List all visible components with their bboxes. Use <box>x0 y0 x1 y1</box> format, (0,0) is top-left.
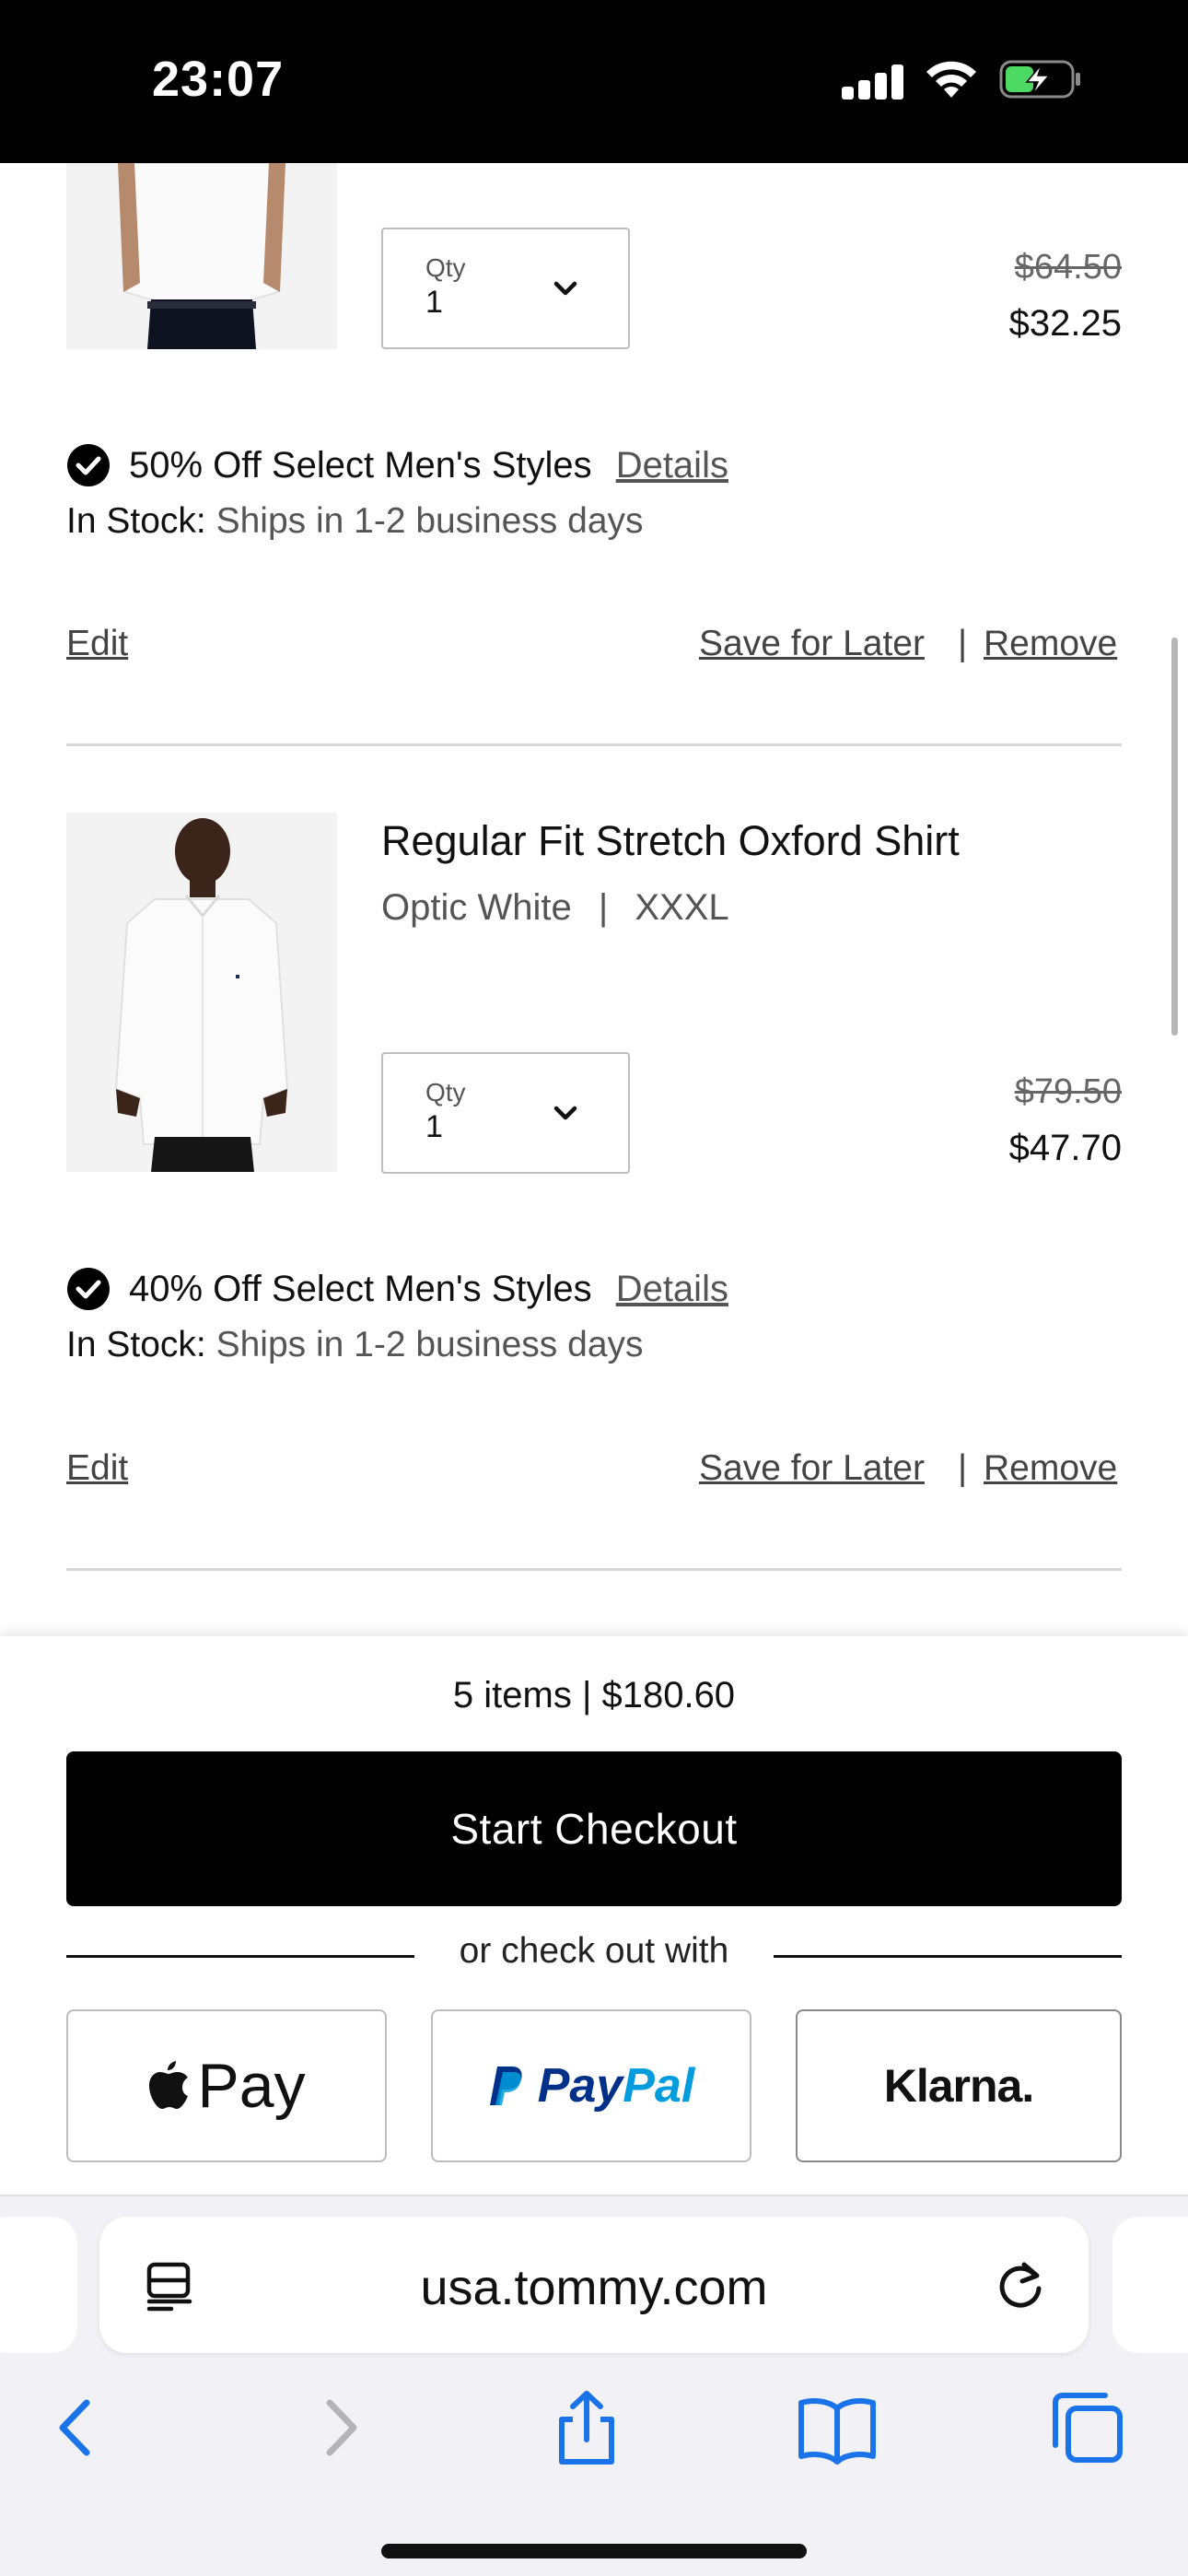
klarna-label: Klarna. <box>883 2060 1035 2112</box>
alt-checkout-label: or check out with <box>459 1931 729 1971</box>
remove-link[interactable]: Remove <box>984 1448 1117 1489</box>
item-divider <box>66 744 1122 746</box>
start-checkout-button[interactable]: Start Checkout <box>66 1751 1122 1906</box>
product-image[interactable] <box>66 813 337 1172</box>
qty-value: 1 <box>425 1109 443 1144</box>
promo-details-link[interactable]: Details <box>616 1269 728 1310</box>
sale-price: $32.25 <box>1008 303 1122 344</box>
url-text: usa.tommy.com <box>420 2260 768 2315</box>
save-for-later-link[interactable]: Save for Later <box>699 624 925 664</box>
divider-line <box>774 1955 1122 1958</box>
paypal-label-pal: Pal <box>623 2059 695 2113</box>
stock-label: In Stock: <box>66 501 206 541</box>
stock-status: In Stock: Ships in 1-2 business days <box>66 501 644 542</box>
address-bar[interactable]: usa.tommy.com <box>99 2217 1089 2353</box>
qty-value: 1 <box>425 285 443 320</box>
stock-detail: Ships in 1-2 business days <box>215 501 644 541</box>
promo-row: 40% Off Select Men's Styles Details <box>66 1261 728 1317</box>
apple-icon <box>149 2061 189 2109</box>
previous-tab-peek[interactable] <box>0 2217 77 2353</box>
product-color: Optic White <box>381 887 572 928</box>
chevron-down-icon <box>553 281 577 296</box>
checkout-panel: 5 items | $180.60 Start Checkout or chec… <box>0 1636 1188 2195</box>
home-indicator[interactable] <box>381 2544 807 2558</box>
edit-link[interactable]: Edit <box>66 624 128 664</box>
share-icon[interactable] <box>545 2386 628 2469</box>
quantity-select[interactable]: Qty 1 <box>381 1052 630 1174</box>
apple-pay-label: Pay <box>197 2051 306 2121</box>
product-image[interactable] <box>66 163 337 349</box>
stock-status: In Stock: Ships in 1-2 business days <box>66 1325 644 1365</box>
tabs-icon[interactable] <box>1046 2386 1129 2469</box>
paypal-icon <box>489 2067 522 2105</box>
chevron-down-icon <box>553 1106 577 1120</box>
checkmark-circle-icon <box>67 1268 110 1310</box>
stock-detail: Ships in 1-2 business days <box>215 1325 644 1364</box>
status-time: 23:07 <box>152 52 285 107</box>
stock-label: In Stock: <box>66 1325 206 1364</box>
cart-summary: 5 items | $180.60 <box>452 1675 736 1715</box>
bookmarks-icon[interactable] <box>796 2386 879 2469</box>
paypal-label-pay: Pay <box>537 2059 623 2113</box>
promo-text: 40% Off Select Men's Styles <box>129 1268 592 1309</box>
separator: | <box>958 1448 968 1488</box>
product-name[interactable]: Regular Fit Stretch Oxford Shirt <box>381 817 960 865</box>
product-size: XXXL <box>635 887 729 928</box>
edit-link[interactable]: Edit <box>66 1448 128 1489</box>
cellular-signal-icon <box>842 64 904 100</box>
status-bar: 23:07 <box>0 0 1188 163</box>
reload-icon[interactable] <box>993 2257 1048 2313</box>
sale-price: $47.70 <box>1008 1128 1122 1168</box>
remove-link[interactable]: Remove <box>984 624 1117 664</box>
promo-details-link[interactable]: Details <box>616 445 728 486</box>
qty-label: Qty <box>425 1078 466 1107</box>
back-icon[interactable] <box>37 2386 120 2469</box>
paypal-label: PayPal <box>538 2058 695 2113</box>
product-attributes: Optic White | XXXL <box>381 887 729 929</box>
original-price: $79.50 <box>1014 1072 1122 1111</box>
checkmark-circle-icon <box>67 444 110 486</box>
promo-text: 50% Off Select Men's Styles <box>129 444 592 486</box>
browser-toolbar: usa.tommy.com <box>0 2195 1188 2576</box>
battery-charging-icon <box>999 60 1080 99</box>
klarna-button[interactable]: Klarna. <box>796 2009 1122 2162</box>
promo-row: 50% Off Select Men's Styles Details <box>66 438 728 493</box>
paypal-button[interactable]: PayPal <box>431 2009 751 2162</box>
save-for-later-link[interactable]: Save for Later <box>699 1448 925 1489</box>
cart-list[interactable]: Qty 1 $64.50 $32.25 50% Off Select Men's… <box>0 163 1188 1637</box>
item-divider <box>66 1568 1122 1571</box>
qty-label: Qty <box>425 253 466 282</box>
attribute-separator: | <box>598 887 609 928</box>
quantity-select[interactable]: Qty 1 <box>381 228 630 349</box>
next-tab-peek[interactable] <box>1112 2217 1188 2353</box>
wifi-icon <box>926 61 976 98</box>
forward-icon[interactable] <box>297 2386 379 2469</box>
scrollbar[interactable] <box>1171 638 1178 1036</box>
original-price: $64.50 <box>1014 248 1122 287</box>
separator: | <box>958 624 968 663</box>
apple-pay-button[interactable]: Pay <box>66 2009 387 2162</box>
